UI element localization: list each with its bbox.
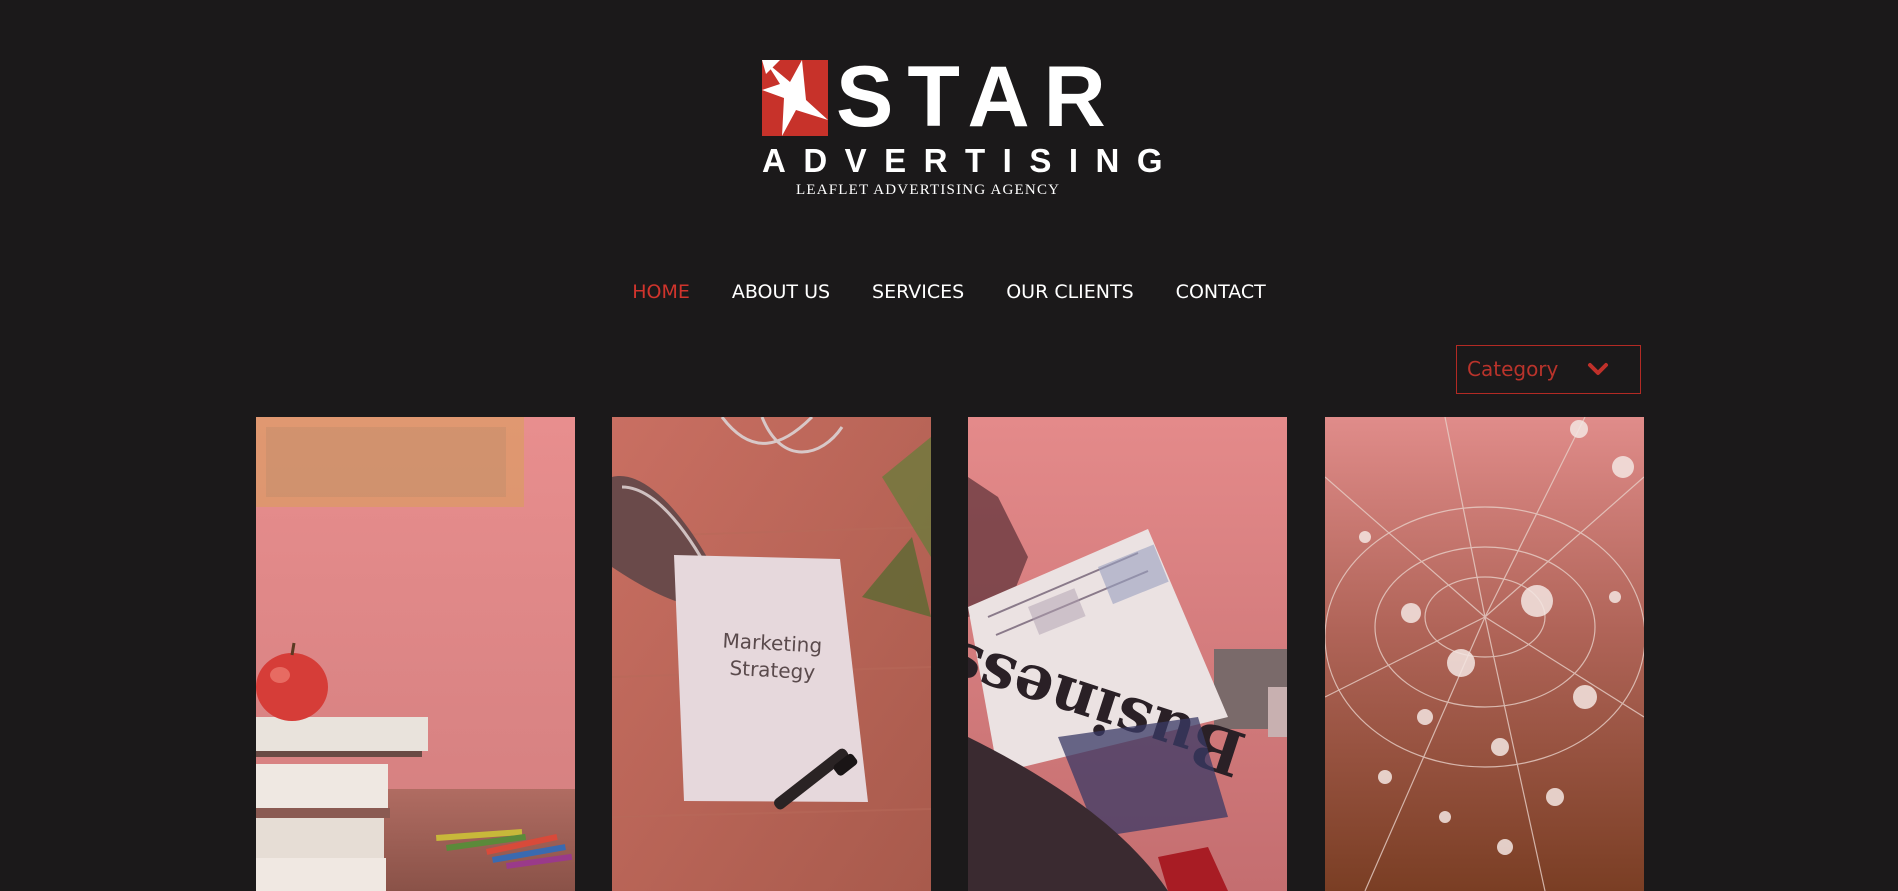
logo-word: STAR (836, 49, 1120, 145)
business-newspaper-image: Business (968, 417, 1287, 891)
nav-item-about-us[interactable]: ABOUT US (732, 278, 830, 306)
gallery-card-business-newspaper[interactable]: Business (968, 417, 1287, 891)
note-text-line2: Strategy (729, 656, 816, 684)
nav-item-our-clients[interactable]: OUR CLIENTS (1006, 278, 1133, 306)
nav-item-home[interactable]: HOME (632, 278, 690, 306)
page: STAR ADVERTISING LEAFLET ADVERTISING AGE… (0, 0, 1898, 891)
logo-subword: ADVERTISING (762, 142, 1181, 179)
category-dropdown-label: Category (1467, 357, 1559, 381)
gallery-card-dew-web[interactable] (1325, 417, 1644, 891)
nav-item-services[interactable]: SERVICES (872, 278, 964, 306)
star-logo-icon (762, 60, 828, 136)
chevron-down-icon (1588, 363, 1608, 375)
dew-web-image (1325, 417, 1644, 891)
apple-books-image (256, 417, 575, 891)
logo-tagline: LEAFLET ADVERTISING AGENCY (796, 182, 1061, 198)
gallery-card-apple-books[interactable] (256, 417, 575, 891)
marketing-strategy-image: Marketing Strategy (612, 417, 931, 891)
category-dropdown[interactable]: Category (1456, 345, 1641, 394)
gallery-card-marketing-strategy[interactable]: Marketing Strategy (612, 417, 931, 891)
nav-item-contact[interactable]: CONTACT (1176, 278, 1266, 306)
main-nav: HOME ABOUT US SERVICES OUR CLIENTS CONTA… (0, 278, 1898, 306)
site-logo[interactable]: STAR ADVERTISING LEAFLET ADVERTISING AGE… (760, 52, 1163, 203)
